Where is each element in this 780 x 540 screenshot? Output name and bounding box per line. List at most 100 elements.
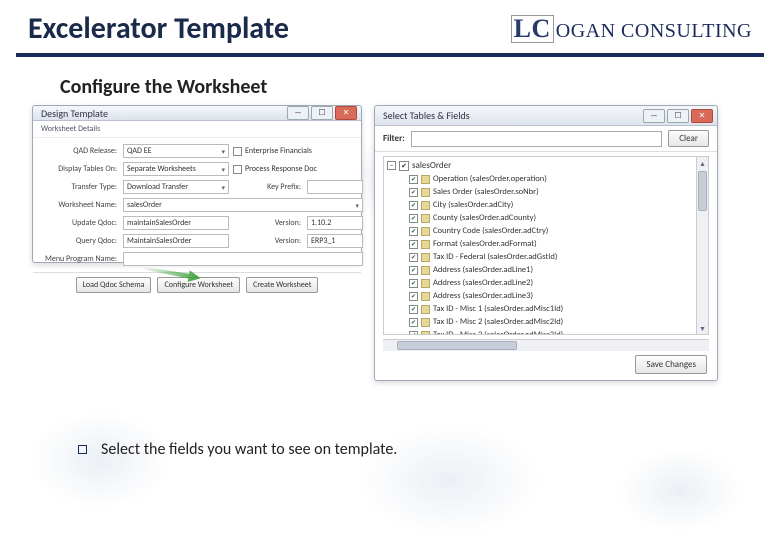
checkbox-icon[interactable]: ✔ xyxy=(409,331,418,335)
worksheet-name-dropdown[interactable]: salesOrder xyxy=(123,198,363,212)
tree-item-label: City (salesOrder.adCity) xyxy=(433,199,513,212)
key-prefix-input[interactable] xyxy=(307,180,363,194)
version1-label: Version: xyxy=(233,218,303,228)
checkbox-icon[interactable]: ✔ xyxy=(409,201,418,210)
create-worksheet-button[interactable]: Create Worksheet xyxy=(246,277,318,293)
checkbox-icon[interactable]: ✔ xyxy=(409,175,418,184)
version1-input[interactable]: 1.10.2 xyxy=(307,216,363,230)
field-icon xyxy=(421,266,430,275)
tree-item[interactable]: ✔ Address (salesOrder.adLine1) xyxy=(409,264,705,277)
tree-item-label: Tax ID - Federal (salesOrder.adGstId) xyxy=(433,251,557,264)
button-bar: Load Qdoc Schema Configure Worksheet Cre… xyxy=(33,272,361,297)
query-qdoc-label: Query Qdoc: xyxy=(41,236,119,246)
tree-item[interactable]: ✔Tax ID - Misc 1 (salesOrder.adMisc1Id) xyxy=(409,303,705,316)
maximize-icon[interactable]: ☐ xyxy=(311,106,333,120)
tree-item[interactable]: ✔ County (salesOrder.adCounty) xyxy=(409,212,705,225)
minimize-icon[interactable]: — xyxy=(287,106,309,120)
checkbox-icon[interactable]: ✔ xyxy=(409,292,418,301)
tree-item[interactable]: ✔ Address (salesOrder.adLine3) xyxy=(409,290,705,303)
design-template-window: Design Template — ☐ ✕ Worksheet Details … xyxy=(32,105,362,263)
scroll-up-icon[interactable]: ▲ xyxy=(697,157,708,169)
process-response-checkbox[interactable]: Process Response Doc xyxy=(233,164,363,174)
field-icon xyxy=(421,188,430,197)
slide-header: Excelerator Template LCOGAN CONSULTING xyxy=(0,0,780,53)
checkbox-icon[interactable]: ✔ xyxy=(409,214,418,223)
clear-button[interactable]: Clear xyxy=(668,130,709,147)
collapse-icon[interactable]: − xyxy=(387,161,396,170)
enterprise-financials-checkbox[interactable]: Enterprise Financials xyxy=(233,146,363,156)
filter-label: Filter: xyxy=(383,133,405,144)
field-icon xyxy=(421,253,430,262)
tree-item[interactable]: ✔Tax ID - Misc 3 (salesOrder.adMisc3Id) xyxy=(409,329,705,335)
close-icon[interactable]: ✕ xyxy=(691,109,713,123)
configure-worksheet-button[interactable]: Configure Worksheet xyxy=(157,277,240,293)
tree-item-label: Format (salesOrder.adFormat) xyxy=(433,238,537,251)
window-titlebar[interactable]: Select Tables & Fields — ☐ ✕ xyxy=(375,106,717,126)
qad-release-dropdown[interactable]: QAD EE xyxy=(123,144,229,158)
tree-item[interactable]: ✔ Format (salesOrder.adFormat) xyxy=(409,238,705,251)
tree-item[interactable]: ✔Tax ID - Misc 2 (salesOrder.adMisc2Id) xyxy=(409,316,705,329)
tree-item[interactable]: ✔ Operation (salesOrder.operation) xyxy=(409,173,705,186)
checkbox-icon[interactable]: ✔ xyxy=(409,266,418,275)
field-icon xyxy=(421,279,430,288)
menu-program-input[interactable] xyxy=(123,252,363,266)
tree-item-label: Operation (salesOrder.operation) xyxy=(433,173,547,186)
checkbox-icon[interactable]: ✔ xyxy=(409,279,418,288)
key-prefix-label: Key Prefix: xyxy=(233,182,303,192)
display-tables-label: Display Tables On: xyxy=(41,164,119,174)
qad-release-label: QAD Release: xyxy=(41,146,119,156)
checkbox-icon[interactable]: ✔ xyxy=(409,240,418,249)
checkbox-icon[interactable]: ✔ xyxy=(409,227,418,236)
checkbox-icon[interactable]: ✔ xyxy=(409,305,418,314)
field-icon xyxy=(421,214,430,223)
tree-root-node[interactable]: − ✔ salesOrder xyxy=(387,160,705,171)
hscroll-thumb[interactable] xyxy=(397,341,517,350)
vertical-scrollbar[interactable]: ▲ ▼ xyxy=(696,157,708,334)
display-tables-dropdown[interactable]: Separate Worksheets xyxy=(123,162,229,176)
tree-item-label: Address (salesOrder.adLine3) xyxy=(433,290,533,303)
filter-input[interactable] xyxy=(411,131,662,147)
window-titlebar[interactable]: Design Template — ☐ ✕ xyxy=(33,106,361,121)
tree-item-label: Address (salesOrder.adLine2) xyxy=(433,277,533,290)
filter-row: Filter: Clear xyxy=(375,126,717,152)
update-qdoc-label: Update Qdoc: xyxy=(41,218,119,228)
query-qdoc-input[interactable]: MaintainSalesOrder xyxy=(123,234,229,248)
maximize-icon[interactable]: ☐ xyxy=(667,109,689,123)
load-qdoc-button[interactable]: Load Qdoc Schema xyxy=(76,277,152,293)
tree-item-label: Address (salesOrder.adLine1) xyxy=(433,264,533,277)
field-icon xyxy=(421,305,430,314)
scroll-thumb[interactable] xyxy=(698,171,707,211)
header-rule xyxy=(16,53,764,57)
root-checkbox[interactable]: ✔ xyxy=(399,161,409,171)
window-title-text: Select Tables & Fields xyxy=(379,109,470,122)
tree-item[interactable]: ✔ Address (salesOrder.adLine2) xyxy=(409,277,705,290)
root-label: salesOrder xyxy=(412,160,451,171)
field-icon xyxy=(421,227,430,236)
scroll-down-icon[interactable]: ▼ xyxy=(697,322,708,334)
minimize-icon[interactable]: — xyxy=(643,109,665,123)
field-icon xyxy=(421,318,430,327)
field-icon xyxy=(421,292,430,301)
menu-program-label: Menu Program Name: xyxy=(41,254,119,264)
checkbox-icon[interactable]: ✔ xyxy=(409,253,418,262)
field-icon xyxy=(421,240,430,249)
logo-monogram: LC xyxy=(511,15,554,43)
tree-item-label: Country Code (salesOrder.adCtry) xyxy=(433,225,548,238)
tree-item-label: County (salesOrder.adCounty) xyxy=(433,212,536,225)
save-changes-button[interactable]: Save Changes xyxy=(635,355,707,374)
tree-item[interactable]: ✔ Tax ID - Federal (salesOrder.adGstId) xyxy=(409,251,705,264)
section-header: Worksheet Details xyxy=(33,121,361,138)
tree-view[interactable]: − ✔ salesOrder ✔ Operation (salesOrder.op… xyxy=(383,156,709,335)
horizontal-scrollbar[interactable] xyxy=(383,339,709,351)
tree-list: ✔ Operation (salesOrder.operation)✔Sales … xyxy=(409,173,705,335)
update-qdoc-input[interactable]: maintainSalesOrder xyxy=(123,216,229,230)
tree-item[interactable]: ✔ Country Code (salesOrder.adCtry) xyxy=(409,225,705,238)
field-icon xyxy=(421,175,430,184)
transfer-type-dropdown[interactable]: Download Transfer xyxy=(123,180,229,194)
checkbox-icon[interactable]: ✔ xyxy=(409,318,418,327)
version2-input[interactable]: ERP3_1 xyxy=(307,234,363,248)
tree-item[interactable]: ✔ City (salesOrder.adCity) xyxy=(409,199,705,212)
close-icon[interactable]: ✕ xyxy=(335,106,357,120)
checkbox-icon[interactable]: ✔ xyxy=(409,188,418,197)
tree-item[interactable]: ✔Sales Order (salesOrder.soNbr) xyxy=(409,186,705,199)
